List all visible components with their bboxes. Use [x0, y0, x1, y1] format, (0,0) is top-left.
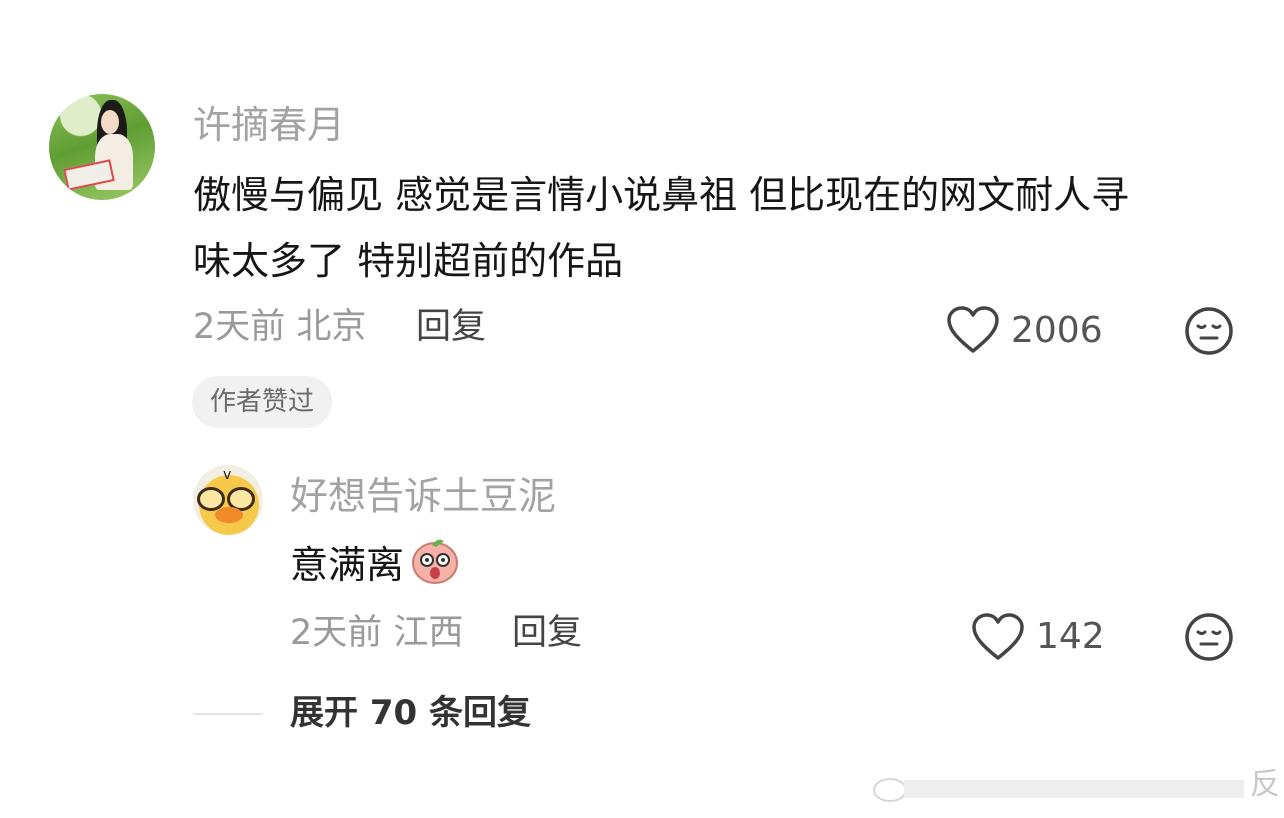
reply-username[interactable]: 好想告诉土豆泥 — [290, 477, 556, 515]
watermark: 反 — [870, 768, 1284, 808]
watermark-text: 反 — [1250, 767, 1280, 802]
reply-button[interactable]: 回复 — [416, 310, 486, 345]
weibo-logo-icon — [873, 778, 1244, 802]
reply-like-button[interactable] — [971, 612, 1025, 662]
dislike-button[interactable] — [1183, 305, 1235, 357]
like-button[interactable] — [946, 305, 1000, 355]
reply-text-row: 意满离 — [290, 533, 462, 602]
comment-username[interactable]: 许摘春月 — [193, 106, 345, 144]
author-liked-badge: 作者赞过 — [192, 376, 333, 428]
comment-time-location: 2天前 北京 — [193, 307, 367, 347]
comment-text-line-1: 傲慢与偏见 感觉是言情小说鼻祖 但比现在的网文耐人寻 — [193, 173, 1130, 217]
expand-replies-button[interactable]: 展开 70 条回复 — [290, 696, 531, 730]
reply-reply-button[interactable]: 回复 — [512, 616, 582, 651]
like-count: 2006 — [1011, 310, 1103, 351]
heart-outline-icon — [947, 306, 999, 353]
neutral-face-icon — [1185, 307, 1233, 355]
avatar[interactable] — [49, 94, 155, 200]
reply-text: 意满离 — [290, 543, 405, 587]
reply-avatar[interactable]: v — [193, 465, 263, 535]
heart-outline-icon — [972, 613, 1024, 660]
reply-like-count: 142 — [1036, 616, 1105, 657]
reply-time-location: 2天前 江西 — [290, 613, 464, 653]
peach-face-emoji — [408, 533, 462, 602]
comment-text-line-2: 味太多了 特别超前的作品 — [193, 239, 624, 283]
reply-dislike-button[interactable] — [1183, 611, 1235, 663]
expand-divider — [193, 713, 263, 715]
neutral-face-icon — [1185, 613, 1233, 661]
